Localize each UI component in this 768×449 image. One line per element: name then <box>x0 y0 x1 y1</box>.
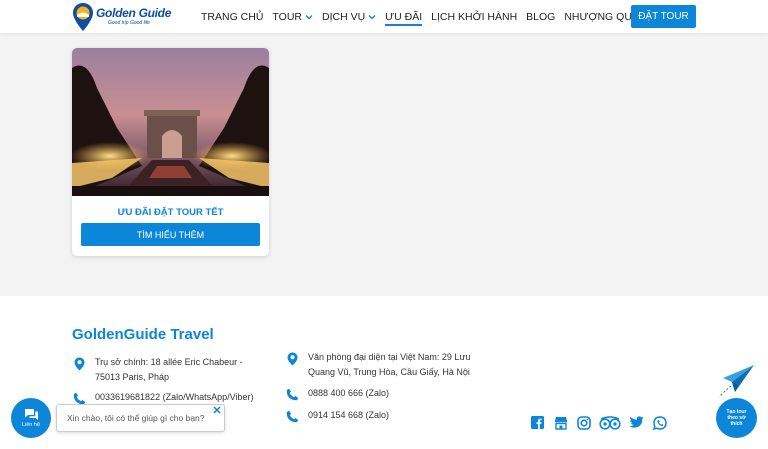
logo-name: Golden Guide <box>96 6 172 20</box>
chat-icon <box>24 409 38 420</box>
nav-item-services[interactable]: DỊCH VỤ <box>322 0 376 33</box>
chat-message: Xin chào, tôi có thể giúp gì cho bạn? <box>67 413 205 423</box>
logo[interactable]: Golden Guide Good trip Good life <box>72 2 172 32</box>
nav-label: TRANG CHỦ <box>201 10 264 23</box>
head-office-phone[interactable]: 0033619681822 (Zalo/WhatsApp/Viber) <box>72 390 272 405</box>
nav-label: ƯU ĐÃI <box>385 10 423 23</box>
map-pin-icon <box>74 357 84 371</box>
site-header: Golden Guide Good trip Good life TRANG C… <box>0 0 768 33</box>
deal-title[interactable]: ƯU ĐÃI ĐẶT TOUR TẾT <box>72 207 269 218</box>
chevron-down-icon <box>305 14 313 19</box>
social-links <box>530 415 667 430</box>
phone-icon <box>286 388 298 401</box>
tour-label-3: thích <box>730 421 743 427</box>
nav-label: BLOG <box>526 10 556 23</box>
arc-de-triomphe-image[interactable] <box>72 48 269 196</box>
nav-item-blog[interactable]: BLOG <box>526 0 555 33</box>
tripadvisor-icon[interactable] <box>599 415 621 430</box>
phone-text: 0888 400 666 (Zalo) <box>308 388 390 398</box>
store-icon[interactable] <box>553 415 568 430</box>
phone-text: 0033619681822 (Zalo/WhatsApp/Viber) <box>95 392 254 402</box>
vn-office-phone-1[interactable]: 0888 400 666 (Zalo) <box>285 386 485 401</box>
chat-greeting-bubble[interactable]: Xin chào, tôi có thể giúp gì cho bạn? <box>56 404 225 432</box>
nav-item-tour[interactable]: TOUR <box>272 0 313 33</box>
deal-card: ƯU ĐÃI ĐẶT TOUR TẾT TÌM HIỂU THÊM <box>72 48 269 256</box>
address-text: Văn phòng đại diện tại Việt Nam: 29 Lưu … <box>308 352 471 377</box>
nav-item-departures[interactable]: LỊCH KHỞI HÀNH <box>431 0 517 33</box>
paper-plane-icon <box>718 365 754 398</box>
nav-label: DỊCH VỤ <box>321 10 366 23</box>
nav-label: LỊCH KHỞI HÀNH <box>431 10 518 23</box>
chat-label: Liên hệ <box>21 422 41 428</box>
main-nav: TRANG CHỦ TOUR DỊCH VỤ ƯU ĐÃI LỊCH KHỞI … <box>201 0 663 33</box>
vn-office-address: Văn phòng đại diện tại Việt Nam: 29 Lưu … <box>285 350 485 380</box>
footer-brand: GoldenGuide Travel <box>72 326 214 343</box>
facebook-icon[interactable] <box>530 415 545 430</box>
nav-item-home[interactable]: TRANG CHỦ <box>201 0 263 33</box>
logo-tagline: Good trip Good life <box>108 20 150 26</box>
nav-item-deals[interactable]: ƯU ĐÃI <box>385 0 422 33</box>
learn-more-button[interactable]: TÌM HIỂU THÊM <box>81 223 260 246</box>
chevron-down-icon <box>368 14 376 19</box>
close-icon[interactable] <box>213 406 221 414</box>
phone-text: 0914 154 668 (Zalo) <box>308 410 390 420</box>
address-text: Trụ sở chính: 18 allée Eric Chabeur - 75… <box>95 357 243 382</box>
map-pin-icon <box>287 352 297 366</box>
book-tour-button[interactable]: ĐẶT TOUR <box>631 5 696 28</box>
vn-office-phone-2[interactable]: 0914 154 668 (Zalo) <box>285 408 485 423</box>
twitter-icon[interactable] <box>629 415 644 430</box>
nav-label: TOUR <box>272 10 302 23</box>
map-pin-logo-icon <box>73 3 93 31</box>
phone-icon <box>286 410 298 423</box>
custom-tour-button[interactable]: Tạo tour theo sở thích <box>716 398 757 438</box>
instagram-icon[interactable] <box>576 415 591 430</box>
chat-button[interactable]: Liên hệ <box>11 398 51 438</box>
head-office-address: Trụ sở chính: 18 allée Eric Chabeur - 75… <box>72 355 252 385</box>
whatsapp-icon[interactable] <box>652 415 667 430</box>
